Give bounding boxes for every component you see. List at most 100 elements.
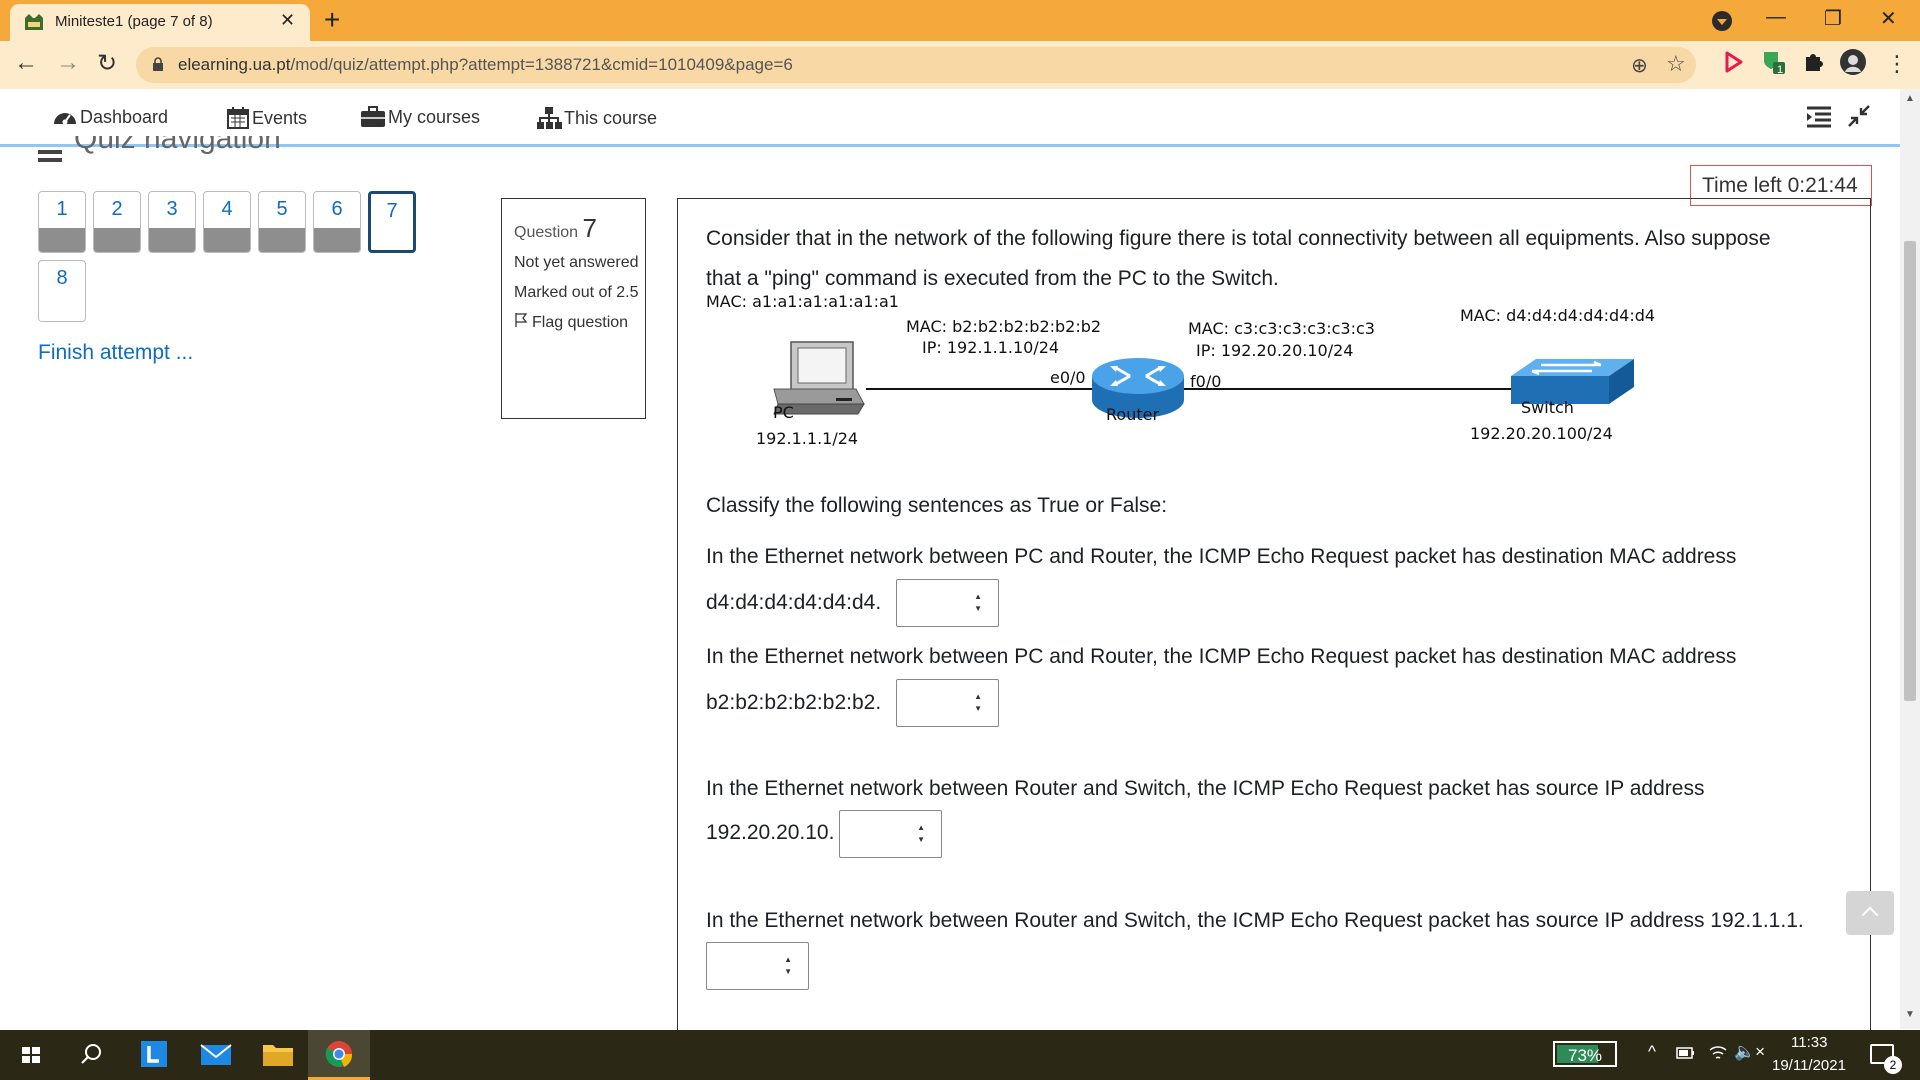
quiz-nav-button-1[interactable]: 1 [38, 191, 86, 253]
clock-time[interactable]: 11:33 [1791, 1034, 1827, 1051]
nav-events[interactable]: Events [226, 106, 307, 130]
taskbar-mail[interactable] [184, 1030, 246, 1080]
answer-select-2[interactable] [896, 679, 999, 727]
quiz-nav-number: 2 [111, 198, 123, 220]
switch-label: Switch [1521, 398, 1574, 417]
answered-bar [314, 228, 360, 252]
nav-this-course[interactable]: This course [536, 106, 657, 130]
profile-avatar[interactable] [1840, 49, 1866, 75]
quiz-nav-button-5[interactable]: 5 [258, 191, 306, 253]
volume-muted-icon[interactable]: 🔈× [1734, 1042, 1765, 1062]
sentence-4-line-1: In the Ethernet network between Router a… [706, 909, 1804, 932]
chrome-menu-icon[interactable]: ⋮ [1886, 51, 1908, 77]
nav-my-courses[interactable]: My courses [360, 106, 480, 128]
quiz-nav-number: 4 [221, 198, 233, 220]
question-content: Consider that in the network of the foll… [677, 198, 1871, 1040]
battery-tray-icon[interactable] [1676, 1045, 1696, 1061]
quiz-navigation-title: Quiz navigation [74, 136, 281, 155]
back-button[interactable]: ← [14, 49, 38, 77]
clock-date[interactable]: 19/11/2021 [1772, 1057, 1846, 1074]
question-intro-line-1: Consider that in the network of the foll… [706, 227, 1771, 250]
nav-this-course-label: This course [564, 107, 658, 128]
answer-select-3[interactable] [839, 810, 942, 858]
browser-title-bar: Miniteste1 (page 7 of 8) ✕ + — ❐ ✕ [0, 0, 1920, 41]
nav-my-courses-label: My courses [388, 106, 481, 127]
quiz-nav-number: 1 [56, 198, 68, 220]
close-window-button[interactable]: ✕ [1880, 6, 1897, 31]
briefcase-icon [361, 106, 385, 127]
quiz-nav-button-3[interactable]: 3 [148, 191, 196, 253]
block-drawer-toggle-icon[interactable] [1806, 106, 1832, 128]
scrollbar-thumb[interactable] [1904, 241, 1916, 701]
windows-taskbar [0, 1030, 1920, 1080]
battery-indicator[interactable]: 73% [1553, 1041, 1617, 1067]
tab-search-icon[interactable] [1712, 11, 1732, 31]
router-e0-mac-label: MAC: b2:b2:b2:b2:b2:b2 [906, 317, 1102, 336]
scroll-up-arrow-icon[interactable]: ▲ [1905, 93, 1915, 104]
start-button[interactable] [0, 1030, 62, 1080]
quiz-nav-button-2[interactable]: 2 [93, 191, 141, 253]
router-e0-ip-label: IP: 192.1.1.10/24 [922, 338, 1060, 357]
lock-icon [153, 57, 163, 71]
nav-dashboard[interactable]: Dashboard [52, 106, 168, 128]
chrome-icon [325, 1041, 353, 1067]
taskbar-file-explorer[interactable] [246, 1030, 308, 1080]
router-f0-ip-label: IP: 192.20.20.10/24 [1196, 341, 1354, 360]
finish-attempt-link[interactable]: Finish attempt ... [38, 341, 193, 365]
new-tab-button[interactable]: + [324, 4, 340, 36]
search-button[interactable] [60, 1030, 122, 1080]
flag-question-label: Flag question [532, 314, 629, 331]
sentence-1-line-2: d4:d4:d4:d4:d4:d4. [706, 591, 882, 614]
router-label: Router [1106, 405, 1160, 424]
quiz-nav-button-8[interactable]: 8 [38, 260, 86, 322]
address-bar[interactable]: elearning.ua.pt/mod/quiz/attempt.php?att… [136, 47, 1696, 83]
quiz-nav-button-4[interactable]: 4 [203, 191, 251, 253]
pc-mac-label: MAC: a1:a1:a1:a1:a1:a1 [706, 292, 899, 311]
quiz-nav-button-6[interactable]: 6 [313, 191, 361, 253]
sitemap-icon [537, 107, 562, 129]
question-status: Not yet answered [514, 254, 639, 271]
reload-button[interactable]: ↻ [97, 49, 117, 78]
mail-icon [200, 1044, 232, 1065]
switch-ip-label: 192.20.20.100/24 [1470, 424, 1613, 443]
pc-ip-label: 192.1.1.1/24 [756, 429, 859, 448]
answer-select-4[interactable] [706, 942, 809, 990]
scroll-down-arrow-icon[interactable]: ▼ [1905, 1009, 1915, 1020]
folder-icon [263, 1045, 293, 1066]
browser-toolbar: ← → ↻ elearning.ua.pt/mod/quiz/attempt.p… [0, 41, 1920, 89]
back-to-top-button[interactable] [1846, 891, 1894, 935]
tab-close-icon[interactable]: ✕ [280, 10, 295, 31]
flag-icon [515, 313, 528, 327]
pc-label: PC [773, 403, 794, 422]
windows-logo-icon [22, 1047, 40, 1063]
sentence-3-line-1: In the Ethernet network between Router a… [706, 777, 1705, 800]
taskbar-app-l[interactable] [122, 1030, 184, 1080]
minimize-button[interactable]: — [1766, 6, 1786, 29]
quiz-nav-button-7[interactable]: 7 [368, 191, 416, 253]
switch-mac-label: MAC: d4:d4:d4:d4:d4:d4 [1460, 306, 1656, 325]
page-scrollbar[interactable]: ▲ ▼ [1900, 89, 1920, 1029]
zoom-icon[interactable]: ⊕ [1631, 53, 1648, 78]
dashboard-icon [54, 113, 76, 125]
puzzle-extensions-icon[interactable] [1800, 49, 1826, 75]
network-diagram: MAC: a1:a1:a1:a1:a1:a1 MAC: b2:b2:b2:b2:… [706, 292, 1856, 479]
maximize-button[interactable]: ❐ [1824, 6, 1842, 31]
nav-dashboard-label: Dashboard [80, 106, 169, 127]
question-marks: Marked out of 2.5 [514, 284, 639, 301]
play-extension-icon[interactable] [1720, 49, 1746, 75]
forward-button[interactable]: → [56, 49, 80, 77]
bookmark-star-icon[interactable]: ☆ [1666, 51, 1686, 77]
flag-question-button[interactable]: Flag question [514, 312, 645, 334]
taskbar-chrome[interactable] [308, 1030, 370, 1080]
question-number-value: 7 [582, 213, 597, 243]
question-prefix: Question [514, 224, 579, 241]
answered-bar [259, 228, 305, 252]
answer-select-1[interactable] [896, 579, 999, 627]
battery-percent: 73% [1567, 1046, 1603, 1065]
notifications-count: 2 [1884, 1056, 1902, 1074]
calendar-icon [227, 107, 249, 129]
collapse-fullscreen-icon[interactable] [1848, 105, 1870, 127]
browser-tab[interactable]: Miniteste1 (page 7 of 8) ✕ [10, 4, 310, 41]
wifi-icon[interactable] [1708, 1044, 1728, 1062]
tray-chevron-icon[interactable]: ^ [1648, 1042, 1656, 1062]
